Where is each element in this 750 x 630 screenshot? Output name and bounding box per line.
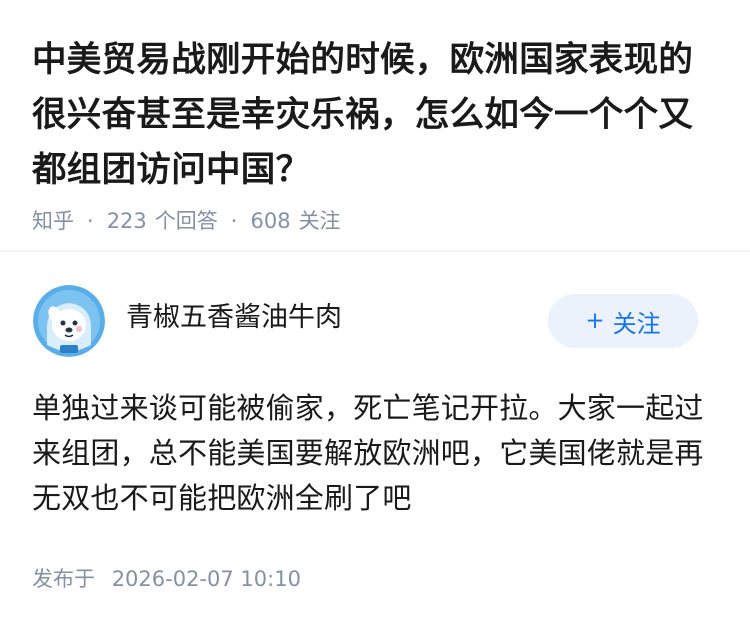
avatar-icon bbox=[33, 285, 105, 357]
published-time: 2026-02-07 10:10 bbox=[111, 567, 301, 591]
meta-separator: · bbox=[230, 209, 238, 233]
meta-separator: · bbox=[87, 209, 94, 233]
plus-icon: + bbox=[585, 308, 605, 334]
answer-content[interactable]: 单独过来谈可能被偷家，死亡笔记开拉。大家一起过来组团，总不能美国要解放欧洲吧，它… bbox=[32, 386, 722, 521]
source-label[interactable]: 知乎 bbox=[32, 206, 74, 236]
author-name[interactable]: 青椒五香酱油牛肉 bbox=[126, 300, 342, 336]
answer-card: 青椒五香酱油牛肉 + 关注 单独过来谈可能被偷家，死亡笔记开拉。大家一起过来组团… bbox=[0, 252, 750, 630]
followers-label: 关注 bbox=[298, 209, 341, 233]
follow-button-label: 关注 bbox=[612, 309, 661, 338]
question-title[interactable]: 中美贸易战刚开始的时候，欧洲国家表现的很兴奋甚至是幸灾乐祸，怎么如今一个个又都组… bbox=[32, 33, 718, 198]
answers-count[interactable]: 223 bbox=[107, 206, 147, 236]
avatar[interactable] bbox=[33, 285, 105, 357]
publish-info: 发布于 2026-02-07 10:10 bbox=[32, 564, 301, 594]
follow-button[interactable]: + 关注 bbox=[548, 294, 698, 348]
question-header: 中美贸易战刚开始的时候，欧洲国家表现的很兴奋甚至是幸灾乐祸，怎么如今一个个又都组… bbox=[0, 0, 750, 250]
answers-label[interactable]: 个回答 bbox=[155, 206, 218, 236]
published-label: 发布于 bbox=[32, 567, 95, 591]
question-meta: 知乎 · 223 个回答 · 608 关注 bbox=[32, 206, 718, 236]
followers-count: 608 bbox=[250, 209, 291, 233]
